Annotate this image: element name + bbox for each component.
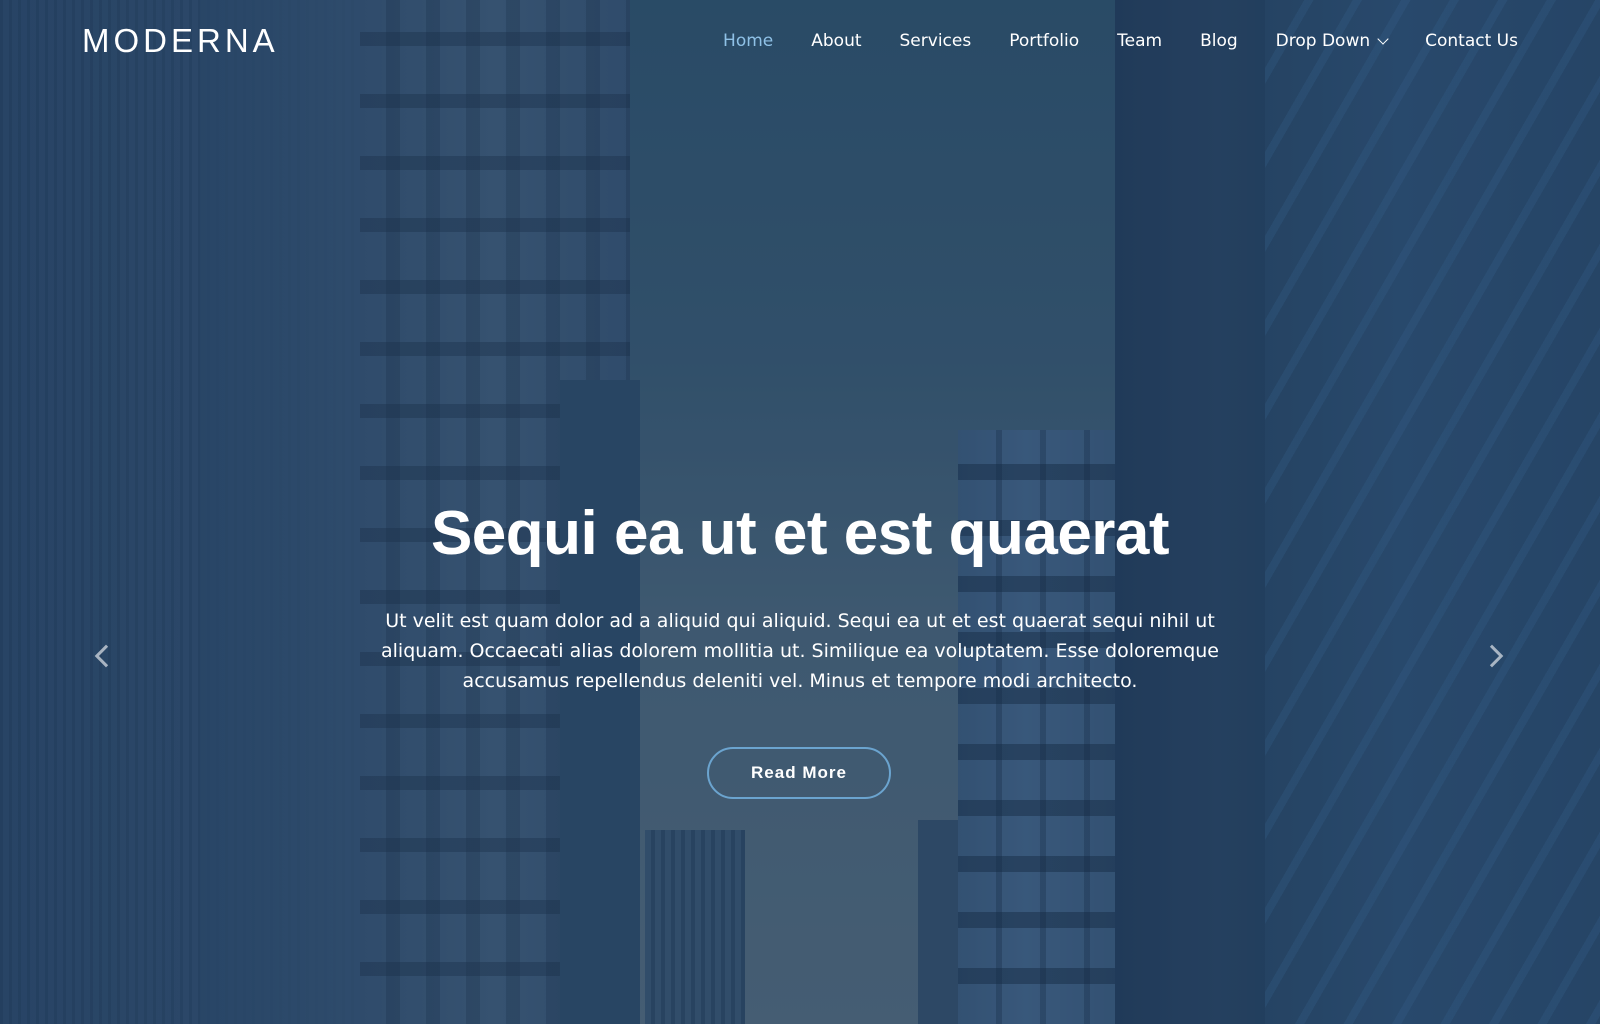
nav-item-label: Drop Down <box>1275 31 1371 51</box>
nav-item-drop-down[interactable]: Drop Down <box>1275 31 1389 51</box>
nav-item-blog[interactable]: Blog <box>1200 31 1238 51</box>
hero-carousel: Sequi ea ut et est quaerat Ut velit est … <box>0 0 1600 1024</box>
site-header: MODERNA Home About Services Portfolio Te… <box>0 0 1600 82</box>
nav-item-label: Home <box>723 31 774 51</box>
chevron-left-icon <box>94 644 118 668</box>
nav-item-label: About <box>811 31 862 51</box>
nav-item-label: Services <box>899 31 972 51</box>
carousel-prev-button[interactable] <box>88 640 118 670</box>
chevron-down-icon <box>1377 32 1389 45</box>
nav-item-contact-us[interactable]: Contact Us <box>1425 31 1518 51</box>
nav-item-label: Team <box>1117 31 1163 51</box>
carousel-next-button[interactable] <box>1480 640 1512 670</box>
nav-item-team[interactable]: Team <box>1117 31 1162 51</box>
nav-item-label: Contact Us <box>1425 31 1518 51</box>
site-logo[interactable]: MODERNA <box>82 22 279 60</box>
nav-item-portfolio[interactable]: Portfolio <box>1009 31 1079 51</box>
chevron-right-icon <box>1480 644 1504 668</box>
nav-item-home[interactable]: Home <box>723 31 773 51</box>
nav-item-label: Blog <box>1200 31 1238 51</box>
hero-title: Sequi ea ut et est quaerat <box>430 499 1170 568</box>
main-nav: Home About Services Portfolio Team Blog … <box>685 31 1518 51</box>
nav-item-label: Portfolio <box>1009 31 1080 51</box>
nav-item-about[interactable]: About <box>811 31 861 51</box>
nav-item-services[interactable]: Services <box>900 31 972 51</box>
read-more-button[interactable]: Read More <box>707 747 891 799</box>
hero-description: Ut velit est quam dolor ad a aliquid qui… <box>381 610 1219 692</box>
